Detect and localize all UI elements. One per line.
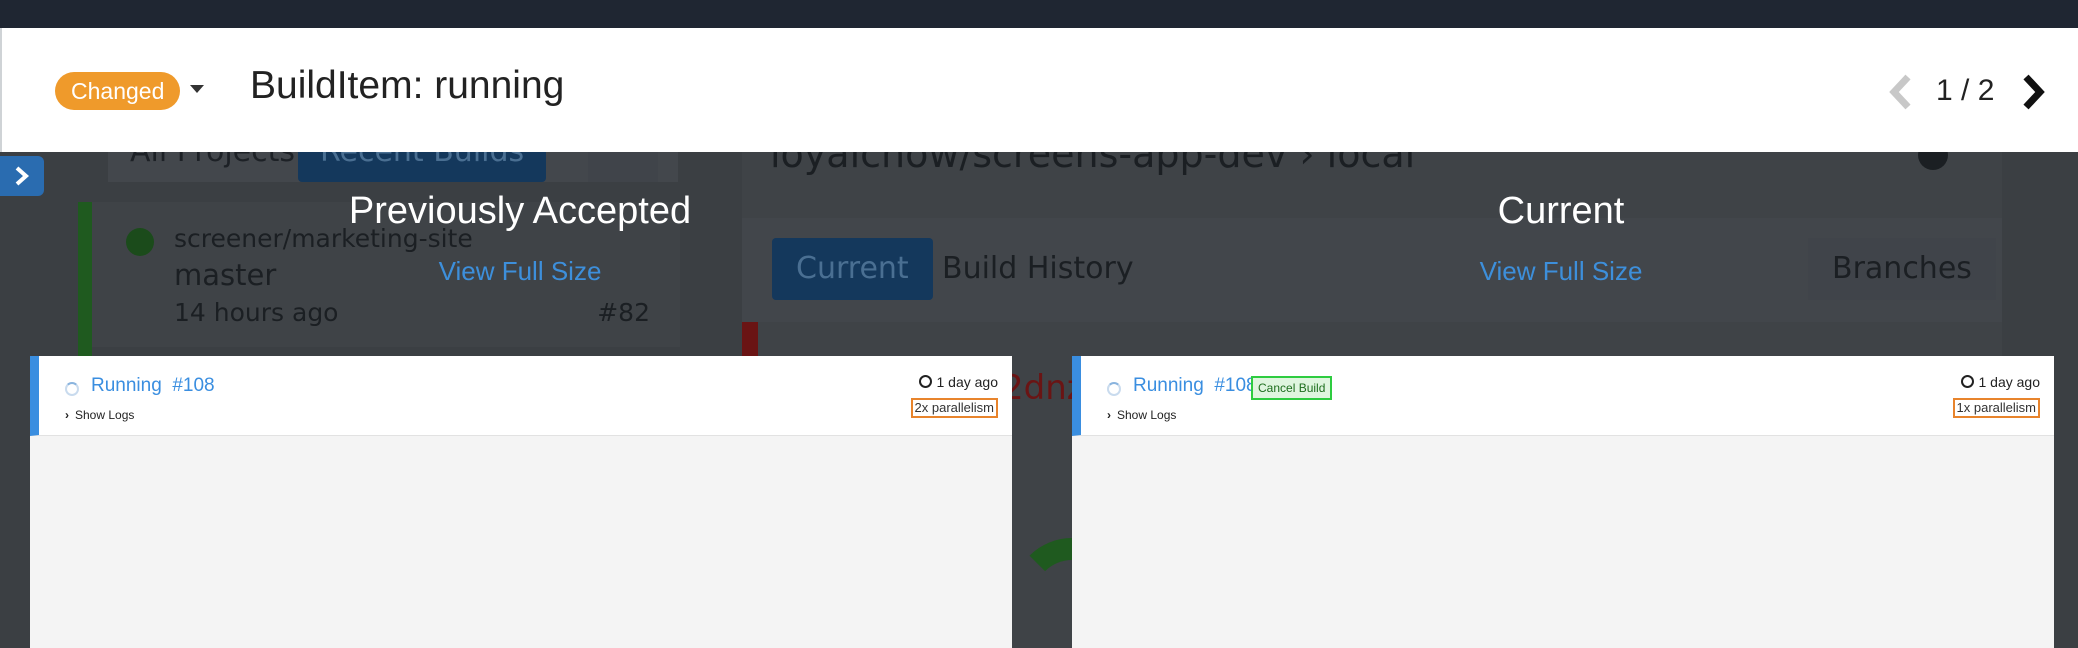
clock-icon — [918, 375, 932, 388]
previously-accepted-heading: Previously Accepted — [348, 190, 692, 232]
clock-icon — [1960, 375, 1974, 388]
bg-build-time: 14 hours ago — [174, 298, 339, 327]
chevron-left-icon — [1889, 74, 1911, 110]
build-status-link[interactable]: Running #108 — [1133, 375, 1257, 397]
view-full-size-link-current[interactable]: View Full Size — [1211, 256, 1911, 287]
chevron-right-icon: › — [65, 408, 69, 422]
build-time: 1 day ago — [1960, 374, 2040, 390]
spinner-icon — [1107, 382, 1121, 396]
current-heading: Current — [1497, 190, 1625, 232]
parallelism-badge: 2x parallelism — [910, 398, 998, 418]
parallelism-badge: 1x parallelism — [1952, 398, 2040, 418]
show-logs-toggle[interactable]: › Show Logs — [65, 408, 134, 422]
build-item-header: Running #108 › Show Logs 1 day ago 2x par… — [30, 356, 1012, 436]
chevron-right-icon — [2023, 74, 2045, 110]
check-icon — [126, 228, 154, 256]
spinner-icon — [65, 382, 79, 396]
build-item-header: Running #108 Cancel Build › Show Logs 1 d… — [1072, 356, 2054, 436]
bg-build-number: #82 — [597, 298, 650, 327]
status-badge[interactable]: Changed — [55, 72, 181, 110]
current-screenshot: Running #108 Cancel Build › Show Logs 1 d… — [1072, 356, 2054, 648]
next-button[interactable] — [2016, 72, 2050, 112]
chevron-right-icon — [15, 166, 30, 186]
chevron-right-icon: › — [1107, 408, 1111, 422]
view-full-size-link-previous[interactable]: View Full Size — [170, 256, 870, 287]
show-logs-toggle[interactable]: › Show Logs — [1107, 408, 1176, 422]
build-time: 1 day ago — [918, 374, 998, 390]
top-strip — [0, 0, 2078, 28]
caret-down-icon[interactable] — [190, 85, 204, 93]
sidebar-toggle-button[interactable] — [0, 156, 44, 196]
page-title: BuildItem: running — [250, 64, 565, 107]
previous-button[interactable] — [1884, 72, 1918, 112]
pager-count: 1 / 2 — [1936, 74, 1995, 107]
bg-tab-build-history: Build History — [942, 251, 1134, 286]
previous-screenshot: Running #108 › Show Logs 1 day ago 2x par… — [30, 356, 1012, 648]
cancel-build-button[interactable]: Cancel Build — [1251, 376, 1333, 400]
build-status-link[interactable]: Running #108 — [91, 375, 215, 397]
